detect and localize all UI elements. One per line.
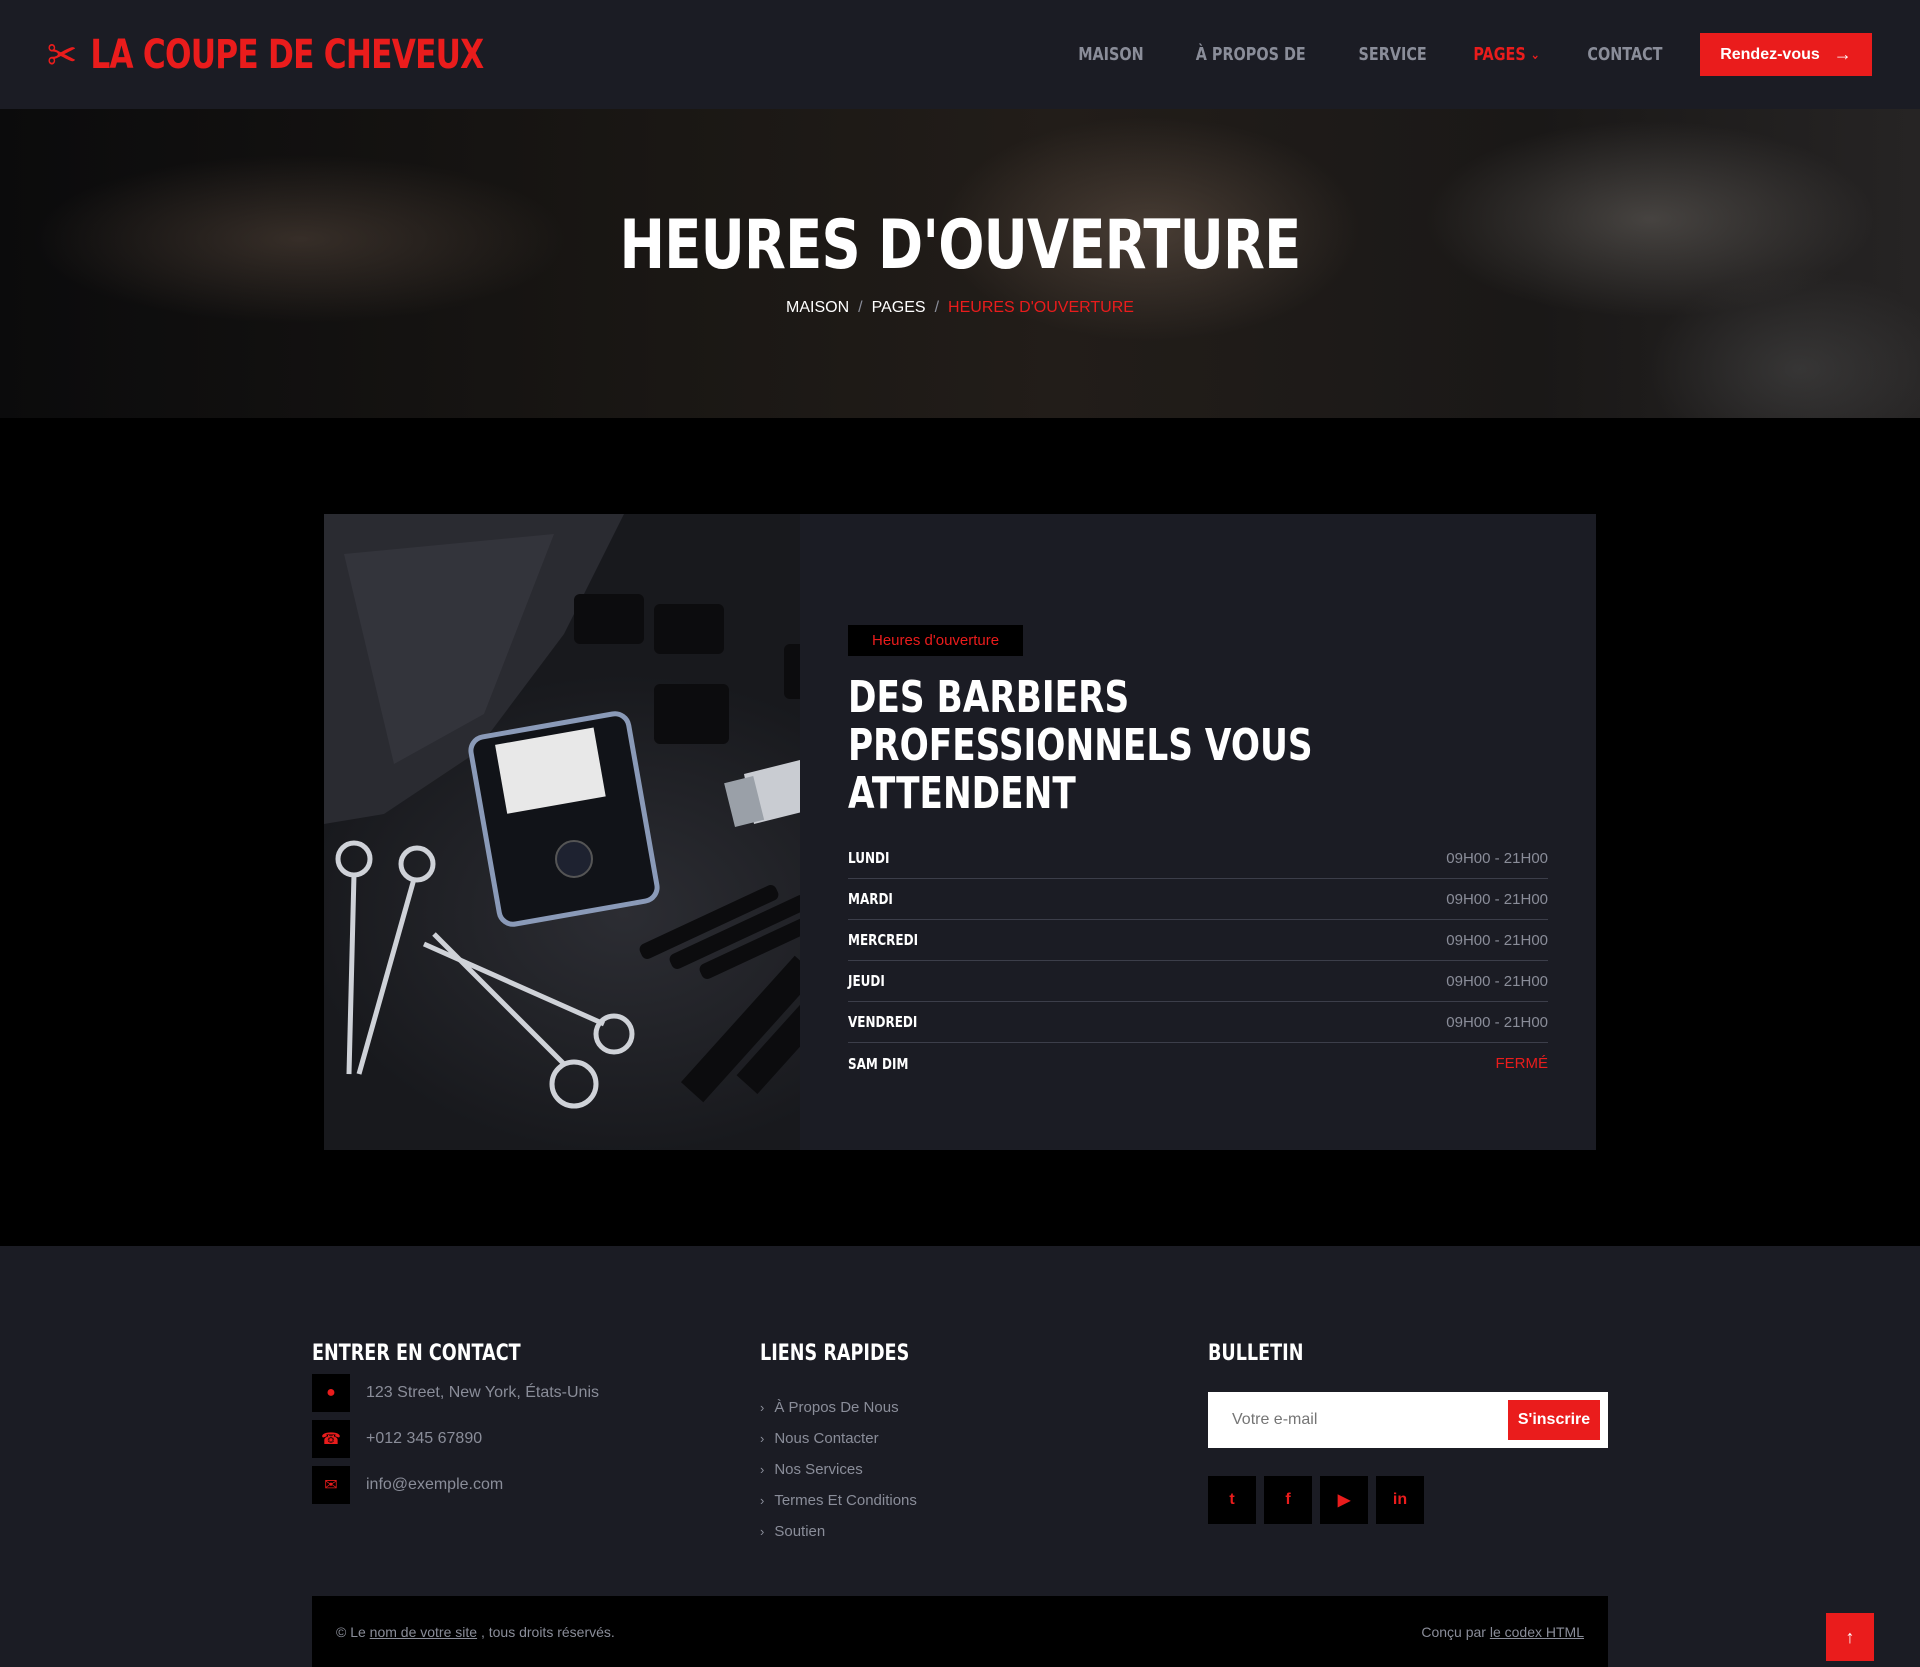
quick-link-label: Termes Et Conditions bbox=[774, 1492, 917, 1509]
footer-quick-links: LIENS RAPIDES › À Propos De Nous › Nous Co… bbox=[760, 1341, 947, 1547]
opening-hours-card: Heures d'ouverture DES BARBIERS PROFESSI… bbox=[324, 514, 1596, 1150]
quick-link-label: Nos Services bbox=[774, 1461, 863, 1478]
nav-item-a-propos[interactable]: À PROPOS DE bbox=[1196, 44, 1306, 65]
chevron-right-icon: › bbox=[760, 1462, 765, 1477]
navbar: ✂ LA COUPE DE CHEVEUX MAISON À PROPOS DE… bbox=[0, 0, 1920, 109]
arrow-right-icon: → bbox=[1833, 44, 1852, 64]
section-tag: Heures d'ouverture bbox=[848, 625, 1024, 656]
footer-newsletter-title: BULLETIN bbox=[1208, 1341, 1304, 1366]
back-to-top-button[interactable]: ↑ bbox=[1826, 1613, 1874, 1661]
envelope-icon: ✉ bbox=[312, 1466, 350, 1504]
phone-icon: ☎ bbox=[312, 1420, 350, 1458]
hours-day: LUNDI bbox=[848, 849, 890, 867]
section-title: DES BARBIERS PROFESSIONNELS VOUS ATTENDE… bbox=[848, 672, 1313, 819]
breadcrumb-separator: / bbox=[858, 299, 863, 316]
contact-email[interactable]: info@exemple.com bbox=[366, 1476, 503, 1494]
contact-address: 123 Street, New York, États-Unis bbox=[366, 1384, 599, 1401]
page-title: HEURES D'OUVERTURE bbox=[619, 206, 1302, 285]
quick-link-services[interactable]: › Nos Services bbox=[760, 1454, 947, 1485]
appointment-label: Rendez-vous bbox=[1720, 45, 1820, 63]
copyright-suffix: , tous droits réservés. bbox=[480, 1623, 615, 1640]
hours-content: Heures d'ouverture DES BARBIERS PROFESSI… bbox=[800, 514, 1596, 1150]
arrow-up-icon: ↑ bbox=[1845, 1626, 1855, 1647]
quick-link-contact[interactable]: › Nous Contacter bbox=[760, 1423, 947, 1454]
hours-row: MARDI 09H00 - 21H00 bbox=[848, 879, 1548, 920]
chevron-down-icon: ⌄ bbox=[1530, 46, 1540, 63]
hours-time: 09H00 - 21H00 bbox=[1446, 849, 1548, 867]
hours-row: LUNDI 09H00 - 21H00 bbox=[848, 838, 1548, 879]
contact-phone-row: ☎ +012 345 67890 bbox=[312, 1420, 599, 1458]
contact-email-row: ✉ info@exemple.com bbox=[312, 1466, 599, 1504]
brand-name: LA COUPE DE CHEVEUX bbox=[90, 31, 484, 78]
nav-item-service[interactable]: SERVICE bbox=[1358, 44, 1426, 65]
copyright-text: © Le nom de votre site , tous droits rés… bbox=[336, 1624, 615, 1640]
nav-item-pages-label: PAGES bbox=[1473, 44, 1526, 65]
hours-list: LUNDI 09H00 - 21H00 MARDI 09H00 - 21H00 … bbox=[848, 838, 1548, 1084]
chevron-right-icon: › bbox=[760, 1431, 765, 1446]
hours-row: JEUDI 09H00 - 21H00 bbox=[848, 961, 1548, 1002]
designed-by: Conçu par le codex HTML bbox=[1421, 1624, 1584, 1640]
chevron-right-icon: › bbox=[760, 1524, 765, 1539]
hours-row: SAM DIM FERMÉ bbox=[848, 1043, 1548, 1084]
barber-tools-illustration bbox=[324, 514, 800, 1109]
footer: ENTRER EN CONTACT ● 123 Street, New York… bbox=[0, 1246, 1920, 1667]
quick-link-label: À Propos De Nous bbox=[774, 1399, 899, 1416]
breadcrumb: MAISON / PAGES / HEURES D'OUVERTURE bbox=[0, 299, 1920, 317]
barber-tools-image bbox=[324, 514, 800, 1150]
scissors-icon: ✂ bbox=[47, 27, 77, 82]
map-marker-icon: ● bbox=[312, 1374, 350, 1412]
hours-time: 09H00 - 21H00 bbox=[1446, 890, 1548, 908]
contact-phone[interactable]: +012 345 67890 bbox=[366, 1430, 482, 1448]
page-header: HEURES D'OUVERTURE MAISON / PAGES / HEURES D… bbox=[0, 109, 1920, 418]
contact-address-row: ● 123 Street, New York, États-Unis bbox=[312, 1374, 599, 1412]
social-links: t f ▶ in bbox=[1208, 1476, 1608, 1524]
hours-time: 09H00 - 21H00 bbox=[1446, 931, 1548, 949]
breadcrumb-pages[interactable]: PAGES bbox=[872, 299, 926, 317]
twitter-icon[interactable]: t bbox=[1208, 1476, 1256, 1524]
footer-newsletter: BULLETIN S'inscrire t f ▶ in bbox=[1208, 1341, 1608, 1524]
hours-row: VENDREDI 09H00 - 21H00 bbox=[848, 1002, 1548, 1043]
nav-item-contact[interactable]: CONTACT bbox=[1587, 44, 1662, 65]
hours-day: VENDREDI bbox=[848, 1013, 918, 1031]
chevron-right-icon: › bbox=[760, 1400, 765, 1415]
nav-item-maison[interactable]: MAISON bbox=[1078, 44, 1144, 65]
quick-link-about[interactable]: › À Propos De Nous bbox=[760, 1392, 947, 1423]
breadcrumb-separator: / bbox=[934, 299, 940, 316]
footer-contact: ENTRER EN CONTACT ● 123 Street, New York… bbox=[312, 1341, 599, 1504]
designed-prefix: Conçu par bbox=[1421, 1623, 1486, 1640]
hours-day: MARDI bbox=[848, 890, 893, 908]
nav-item-pages[interactable]: PAGES ⌄ bbox=[1473, 44, 1540, 65]
facebook-icon[interactable]: f bbox=[1264, 1476, 1312, 1524]
hours-day: JEUDI bbox=[848, 972, 885, 990]
footer-links-title: LIENS RAPIDES bbox=[760, 1341, 910, 1366]
copyright-bar: © Le nom de votre site , tous droits rés… bbox=[312, 1596, 1608, 1667]
hours-time-closed: FERMÉ bbox=[1495, 1055, 1549, 1072]
newsletter-form: S'inscrire bbox=[1208, 1392, 1608, 1448]
designer-link[interactable]: le codex HTML bbox=[1490, 1624, 1584, 1640]
breadcrumb-current: HEURES D'OUVERTURE bbox=[948, 299, 1134, 316]
brand-logo[interactable]: ✂ LA COUPE DE CHEVEUX bbox=[47, 27, 484, 82]
hours-time: 09H00 - 21H00 bbox=[1446, 972, 1548, 990]
hours-row: MERCREDI 09H00 - 21H00 bbox=[848, 920, 1548, 961]
quick-link-terms[interactable]: › Termes Et Conditions bbox=[760, 1485, 947, 1516]
main-nav: MAISON À PROPOS DE SERVICE PAGES ⌄ CONTA… bbox=[1040, 33, 1872, 76]
site-name-link[interactable]: nom de votre site bbox=[370, 1624, 477, 1640]
quick-links-list: › À Propos De Nous › Nous Contacter › Nos S… bbox=[760, 1392, 947, 1547]
hours-day: MERCREDI bbox=[848, 931, 919, 949]
newsletter-email-input[interactable] bbox=[1208, 1392, 1508, 1448]
hours-time: 09H00 - 21H00 bbox=[1446, 1013, 1548, 1031]
quick-link-label: Soutien bbox=[774, 1523, 826, 1540]
hours-day: SAM DIM bbox=[848, 1054, 909, 1073]
subscribe-button[interactable]: S'inscrire bbox=[1508, 1400, 1600, 1440]
quick-link-support[interactable]: › Soutien bbox=[760, 1516, 947, 1547]
linkedin-icon[interactable]: in bbox=[1376, 1476, 1424, 1524]
chevron-right-icon: › bbox=[760, 1493, 765, 1508]
breadcrumb-home[interactable]: MAISON bbox=[786, 299, 849, 317]
footer-contact-title: ENTRER EN CONTACT bbox=[312, 1341, 521, 1366]
copyright-prefix: © Le bbox=[336, 1623, 366, 1640]
youtube-icon[interactable]: ▶ bbox=[1320, 1476, 1368, 1524]
quick-link-label: Nous Contacter bbox=[774, 1430, 879, 1447]
appointment-button[interactable]: Rendez-vous → bbox=[1700, 33, 1872, 76]
